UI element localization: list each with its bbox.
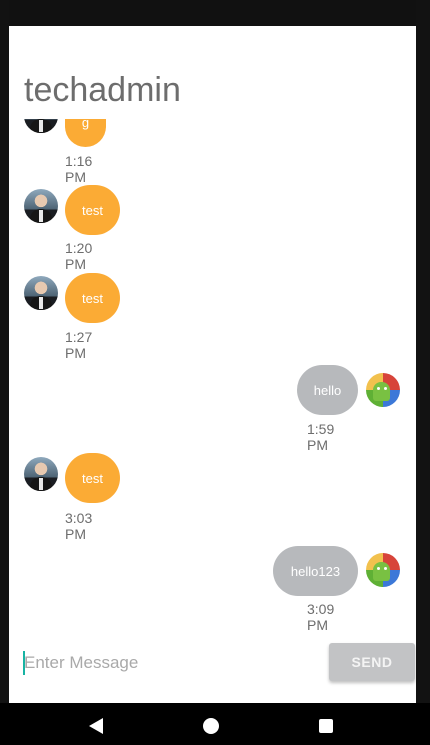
system-nav-bar (0, 703, 430, 745)
person-avatar-icon (24, 189, 58, 223)
message-time: 3:03 PM (65, 510, 93, 542)
recents-square-icon[interactable] (319, 719, 333, 733)
message-time: 1:20 PM (65, 240, 93, 272)
home-circle-icon[interactable] (203, 718, 219, 734)
android-avatar-icon (366, 373, 400, 407)
page-title: techadmin (24, 71, 181, 109)
message-composer: SEND (9, 641, 416, 691)
message-input[interactable] (24, 649, 314, 677)
chat-screen: techadmin g 1:16 PM techadmin test 1:20 … (9, 26, 416, 703)
message-bubble: hello (297, 365, 358, 415)
back-triangle-icon[interactable] (89, 718, 103, 734)
message-bubble: hello123 (273, 546, 358, 596)
phone-bezel-left (0, 0, 9, 745)
message-bubble: test (65, 453, 120, 503)
message-time: 1:27 PM (65, 329, 93, 361)
person-avatar-icon (24, 457, 58, 491)
message-bubble: test (65, 185, 120, 235)
message-time: 1:16 PM (65, 153, 93, 185)
person-avatar-icon (24, 276, 58, 310)
android-avatar-icon (366, 553, 400, 587)
message-time: 3:09 PM (307, 601, 335, 633)
phone-bezel-top (0, 0, 430, 26)
send-button[interactable]: SEND (329, 643, 415, 681)
message-time: 1:59 PM (307, 421, 335, 453)
message-bubble: test (65, 273, 120, 323)
phone-bezel-right (416, 0, 430, 745)
